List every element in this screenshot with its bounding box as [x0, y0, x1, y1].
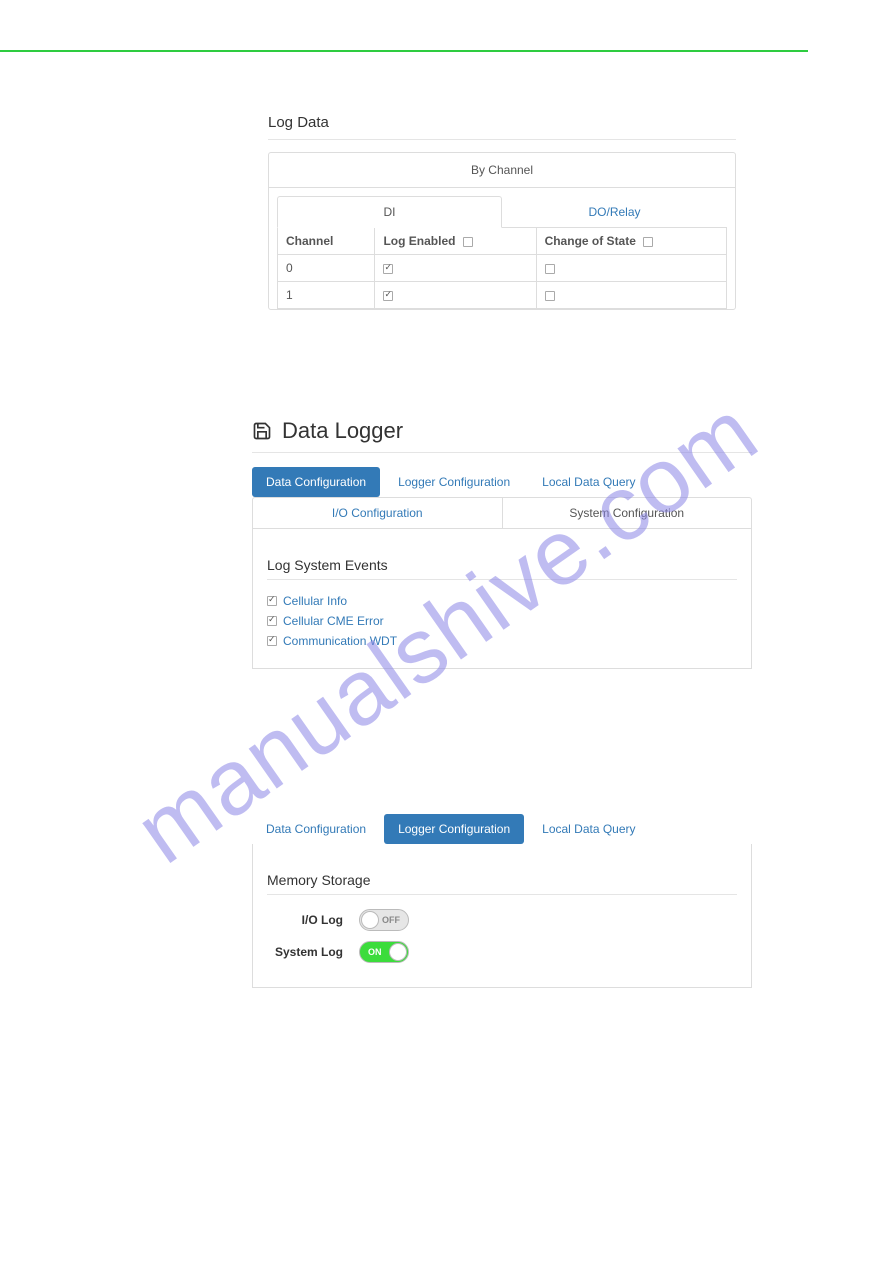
tab-io-configuration[interactable]: I/O Configuration [253, 498, 502, 528]
log-enabled-checkbox-0[interactable] [383, 264, 393, 274]
event-cellular-info: Cellular Info [267, 594, 737, 608]
cellular-info-checkbox[interactable] [267, 596, 277, 606]
save-icon [252, 421, 272, 441]
tab-logger-configuration[interactable]: Logger Configuration [384, 467, 524, 497]
header-separator [0, 50, 808, 52]
sub-tabs: I/O Configuration System Configuration [252, 497, 752, 528]
change-of-state-checkbox-0[interactable] [545, 264, 555, 274]
main-tabs: Data Configuration Logger Configuration … [252, 467, 752, 497]
change-of-state-header-checkbox[interactable] [643, 237, 653, 247]
cell-channel: 0 [278, 255, 375, 282]
system-log-toggle[interactable]: ON [359, 941, 409, 963]
log-system-events-title: Log System Events [267, 557, 737, 580]
tab-di[interactable]: DI [277, 196, 502, 228]
toggle-knob [361, 911, 379, 929]
data-logger-title: Data Logger [282, 418, 403, 444]
data-logger-section: Data Logger Data Configuration Logger Co… [252, 418, 752, 669]
system-log-toggle-text: ON [368, 947, 382, 957]
io-log-toggle[interactable]: OFF [359, 909, 409, 931]
log-data-title: Log Data [268, 110, 736, 140]
system-log-row: System Log ON [267, 941, 737, 963]
cellular-cme-label: Cellular CME Error [283, 614, 384, 628]
tab-do-relay[interactable]: DO/Relay [502, 196, 727, 228]
cell-channel: 1 [278, 282, 375, 309]
log-enabled-header-checkbox[interactable] [463, 237, 473, 247]
event-communication-wdt: Communication WDT [267, 634, 737, 648]
comm-wdt-label: Communication WDT [283, 634, 397, 648]
col-channel: Channel [278, 228, 375, 255]
memory-storage-section: Data Configuration Logger Configuration … [252, 814, 752, 988]
channel-type-tabs: DI DO/Relay [277, 196, 727, 227]
cellular-info-label: Cellular Info [283, 594, 347, 608]
io-log-label: I/O Log [267, 913, 359, 927]
col-log-enabled: Log Enabled [375, 228, 536, 255]
io-log-toggle-text: OFF [382, 915, 400, 925]
table-row: 1 [278, 282, 727, 309]
channel-table: Channel Log Enabled Change of State 0 [277, 227, 727, 309]
log-enabled-checkbox-1[interactable] [383, 291, 393, 301]
memory-storage-title: Memory Storage [267, 872, 737, 895]
logger-config-content: Memory Storage I/O Log OFF System Log ON [252, 844, 752, 988]
system-log-label: System Log [267, 945, 359, 959]
event-cellular-cme-error: Cellular CME Error [267, 614, 737, 628]
tab-data-configuration-2[interactable]: Data Configuration [252, 814, 380, 844]
tab-local-data-query[interactable]: Local Data Query [528, 467, 649, 497]
page-title: Data Logger [252, 418, 752, 453]
table-row: 0 [278, 255, 727, 282]
log-data-panel: By Channel DI DO/Relay Channel Log Enabl… [268, 152, 736, 310]
col-change-of-state: Change of State [536, 228, 726, 255]
system-config-content: Log System Events Cellular Info Cellular… [252, 528, 752, 669]
by-channel-header: By Channel [269, 153, 735, 188]
io-log-row: I/O Log OFF [267, 909, 737, 931]
log-data-section: Log Data By Channel DI DO/Relay Channel … [268, 110, 736, 310]
tab-local-data-query-2[interactable]: Local Data Query [528, 814, 649, 844]
tab-data-configuration[interactable]: Data Configuration [252, 467, 380, 497]
change-of-state-checkbox-1[interactable] [545, 291, 555, 301]
comm-wdt-checkbox[interactable] [267, 636, 277, 646]
cellular-cme-checkbox[interactable] [267, 616, 277, 626]
tab-logger-configuration-2[interactable]: Logger Configuration [384, 814, 524, 844]
main-tabs-2: Data Configuration Logger Configuration … [252, 814, 752, 844]
toggle-knob [389, 943, 407, 961]
tab-system-configuration[interactable]: System Configuration [502, 498, 752, 528]
